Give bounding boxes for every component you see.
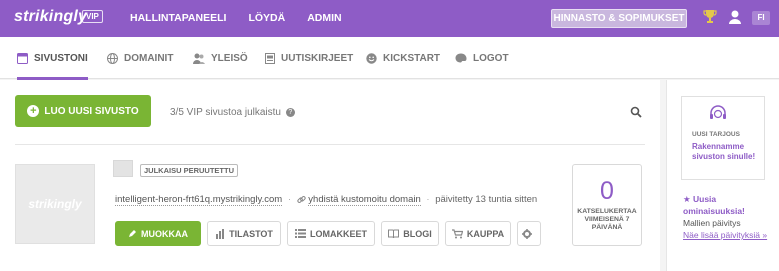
tab-audience-label: YLEISÖ bbox=[211, 52, 248, 64]
store-button[interactable]: KAUPPA bbox=[445, 221, 511, 246]
trophy-icon[interactable] bbox=[703, 9, 717, 25]
tab-kickstart[interactable]: KICKSTART bbox=[366, 37, 440, 79]
right-sidebar: UUSI TARJOUS Rakennamme sivuston sinulle… bbox=[666, 80, 779, 271]
separator: · bbox=[426, 194, 430, 205]
site-mini-thumbnail bbox=[113, 160, 133, 177]
top-bar: strikingly VIP HALLINTAPANEELI LÖYDÄ ADM… bbox=[0, 0, 779, 37]
tab-domains[interactable]: DOMAINIT bbox=[107, 37, 173, 79]
tab-logos-label: LOGOT bbox=[473, 52, 509, 64]
user-icon[interactable] bbox=[728, 9, 742, 25]
vip-badge: VIP bbox=[82, 10, 103, 23]
nav-admin[interactable]: ADMIN bbox=[307, 0, 341, 37]
language-selector[interactable]: FI bbox=[752, 11, 770, 25]
news-sub: Mallien päivitys bbox=[683, 218, 741, 228]
palette-icon bbox=[455, 53, 467, 63]
star-icon: ★ bbox=[683, 194, 691, 204]
sub-nav: SIVUSTONI DOMAINIT YLEISÖ UUTISKIRJEET K… bbox=[0, 37, 779, 80]
offer-text: Rakennamme sivuston sinulle! bbox=[692, 142, 756, 161]
stats-label: TILASTOT bbox=[229, 228, 273, 239]
news-box: ★ Uusia ominaisuuksia! Mallien päivitys … bbox=[683, 193, 775, 241]
tab-newsletters[interactable]: UUTISKIRJEET bbox=[265, 37, 353, 79]
blog-label: BLOGI bbox=[403, 228, 432, 239]
link-icon bbox=[297, 196, 306, 203]
tab-logos[interactable]: LOGOT bbox=[455, 37, 509, 79]
tab-audience[interactable]: YLEISÖ bbox=[193, 37, 248, 79]
site-thumbnail[interactable]: strikingly bbox=[15, 164, 95, 244]
smiley-icon bbox=[366, 52, 377, 64]
gear-icon bbox=[522, 228, 532, 239]
top-nav: HALLINTAPANEELI LÖYDÄ ADMIN bbox=[130, 0, 364, 37]
list-icon bbox=[295, 229, 306, 238]
create-site-button[interactable]: + LUO UUSI SIVUSTO bbox=[15, 95, 151, 127]
book-icon bbox=[388, 229, 400, 238]
views-label: KATSELUKERTAA VIIMEISENÄ 7 PÄIVÄNÄ bbox=[577, 208, 637, 231]
plus-icon: + bbox=[27, 105, 40, 117]
views-count: 0 bbox=[600, 177, 614, 205]
vip-sites-count: 3/5 VIP sivustoa julkaistu ? bbox=[170, 107, 295, 118]
main-content: + LUO UUSI SIVUSTO 3/5 VIP sivustoa julk… bbox=[0, 80, 660, 271]
offer-card[interactable]: UUSI TARJOUS Rakennamme sivuston sinulle… bbox=[681, 96, 765, 180]
help-icon[interactable]: ? bbox=[285, 107, 295, 117]
site-info: intelligent-heron-frt61q.mystrikingly.co… bbox=[115, 194, 538, 206]
settings-button[interactable] bbox=[517, 221, 541, 246]
pricing-button[interactable]: HINNASTO & SOPIMUKSET bbox=[551, 9, 687, 28]
edit-button[interactable]: MUOKKAA bbox=[115, 221, 201, 246]
bar-chart-icon bbox=[216, 228, 225, 239]
forms-label: LOMAKKEET bbox=[310, 228, 367, 239]
news-title: Uusia ominaisuuksia! bbox=[683, 194, 745, 216]
users-icon bbox=[193, 53, 205, 64]
site-url[interactable]: intelligent-heron-frt61q.mystrikingly.co… bbox=[115, 194, 283, 206]
forms-button[interactable]: LOMAKKEET bbox=[287, 221, 375, 246]
tab-my-sites-label: SIVUSTONI bbox=[34, 52, 88, 64]
connect-domain-link[interactable]: yhdistä kustomoitu domain bbox=[308, 194, 421, 206]
globe-icon bbox=[107, 52, 118, 64]
views-stat-box: 0 KATSELUKERTAA VIIMEISENÄ 7 PÄIVÄNÄ bbox=[572, 164, 642, 246]
vip-count-text: 3/5 VIP sivustoa julkaistu bbox=[170, 107, 281, 118]
nav-discover[interactable]: LÖYDÄ bbox=[248, 0, 285, 37]
separator: · bbox=[287, 194, 292, 205]
store-label: KAUPPA bbox=[466, 228, 505, 239]
tab-my-sites[interactable]: SIVUSTONI bbox=[17, 37, 88, 80]
news-link[interactable]: Näe lisää päivityksiä » bbox=[683, 229, 775, 241]
thumbnail-logo: strikingly bbox=[28, 197, 82, 211]
blog-button[interactable]: BLOGI bbox=[381, 221, 439, 246]
tab-domains-label: DOMAINIT bbox=[124, 52, 174, 64]
strikingly-logo[interactable]: strikingly bbox=[14, 8, 87, 26]
updated-text: päivitetty 13 tuntia sitten bbox=[435, 194, 538, 205]
newsletter-icon bbox=[265, 52, 275, 64]
browser-window-icon bbox=[17, 52, 28, 64]
stats-button[interactable]: TILASTOT bbox=[207, 221, 281, 246]
cart-icon bbox=[451, 228, 463, 238]
offer-title: UUSI TARJOUS bbox=[692, 131, 740, 138]
status-badge: JULKAISU PERUUTETTU bbox=[140, 164, 239, 177]
site-actions: MUOKKAA TILASTOT LOMAKKEET BLOGI KAUPPA bbox=[115, 221, 547, 246]
headset-icon bbox=[710, 105, 726, 119]
edit-label: MUOKKAA bbox=[141, 228, 188, 239]
search-icon[interactable] bbox=[630, 106, 642, 118]
tab-kickstart-label: KICKSTART bbox=[383, 52, 441, 64]
divider bbox=[15, 144, 645, 145]
tab-newsletters-label: UUTISKIRJEET bbox=[281, 52, 354, 64]
pencil-icon bbox=[129, 230, 136, 237]
create-site-label: LUO UUSI SIVUSTO bbox=[44, 105, 139, 117]
nav-dashboard[interactable]: HALLINTAPANEELI bbox=[130, 0, 226, 37]
